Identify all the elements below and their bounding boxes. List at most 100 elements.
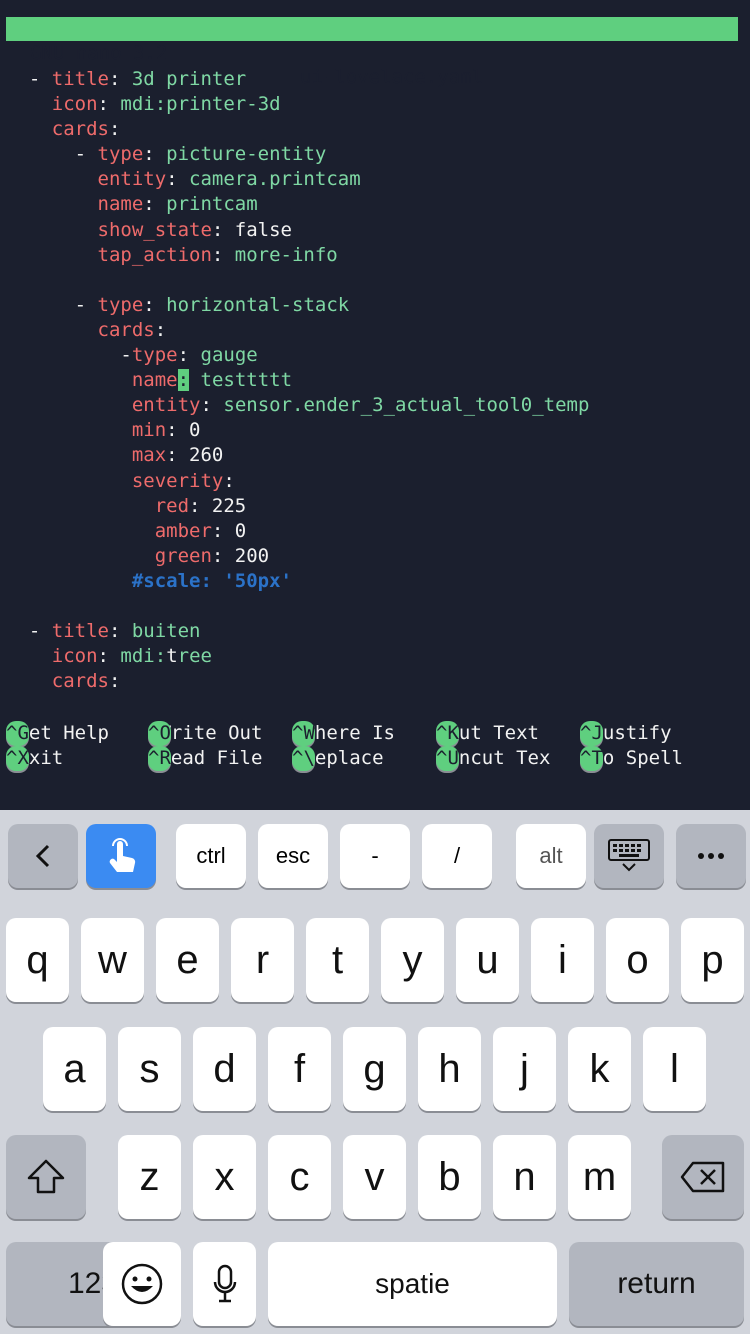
yaml-text [6, 670, 52, 692]
esc-key[interactable]: esc [258, 824, 328, 888]
yaml-key: name [97, 193, 144, 216]
key-i[interactable]: i [531, 918, 594, 1002]
editor-line[interactable]: green: 200 [6, 544, 746, 569]
editor-line[interactable]: entity: sensor.ender_3_actual_tool0_temp [6, 393, 746, 418]
key-q[interactable]: q [6, 918, 69, 1002]
shortcut-item: ^W Where Is [292, 721, 395, 746]
slash-key[interactable]: / [422, 824, 492, 888]
alt-key[interactable]: alt [516, 824, 586, 888]
microphone-icon [213, 1264, 236, 1303]
editor-line[interactable]: - title: buiten [6, 619, 746, 644]
shortcut-item: ^O Write Out [148, 721, 262, 746]
key-e[interactable]: e [156, 918, 219, 1002]
editor-line[interactable]: min: 0 [6, 418, 746, 443]
key-v[interactable]: v [343, 1135, 406, 1219]
key-a[interactable]: a [43, 1027, 106, 1111]
editor-line[interactable]: - title: 3d printer [6, 67, 746, 92]
key-s[interactable]: s [118, 1027, 181, 1111]
key-x[interactable]: x [193, 1135, 256, 1219]
yaml-text: : [143, 193, 167, 216]
editor-line[interactable]: severity: [6, 469, 746, 494]
terminal-screen[interactable]: GNU nano 3.2 ui-lovelace.yaml - title: 3… [0, 0, 750, 810]
shortcut-item: ^U Uncut Tex [436, 746, 550, 771]
yaml-key: cards [97, 318, 155, 341]
yaml-key: type [131, 344, 178, 367]
touch-mode-key[interactable] [86, 824, 156, 888]
key-r[interactable]: r [231, 918, 294, 1002]
key-u[interactable]: u [456, 918, 519, 1002]
editor-line[interactable]: cards: [6, 669, 746, 694]
editor-line[interactable]: red: 225 [6, 494, 746, 519]
key-o[interactable]: o [606, 918, 669, 1002]
shortcut-bar: ^G Get Help ^O Write Out ^W Where Is ^K Cut… [6, 721, 746, 771]
editor-line[interactable] [6, 594, 746, 619]
yaml-key: cards [51, 670, 109, 693]
editor-line[interactable]: entity: camera.printcam [6, 167, 746, 192]
key-g[interactable]: g [343, 1027, 406, 1111]
editor-line[interactable]: max: 260 [6, 443, 746, 468]
key-h[interactable]: h [418, 1027, 481, 1111]
yaml-text: : 200 [211, 544, 270, 567]
key-l[interactable]: l [643, 1027, 706, 1111]
yaml-key: red [154, 494, 190, 517]
editor-line[interactable]: tap_action: more-info [6, 243, 746, 268]
key-m[interactable]: m [568, 1135, 631, 1219]
yaml-text [6, 219, 98, 241]
yaml-text: : [108, 118, 121, 141]
ctrl-key[interactable]: ctrl [176, 824, 246, 888]
key-b[interactable]: b [418, 1135, 481, 1219]
editor-line[interactable]: icon: mdi:printer-3d [6, 92, 746, 117]
key-k[interactable]: k [568, 1027, 631, 1111]
editor-line[interactable]: icon: mdi:tree [6, 644, 746, 669]
yaml-key: tap_action [97, 243, 212, 266]
text-cursor: : [177, 369, 190, 392]
hide-keyboard-key[interactable] [594, 824, 664, 888]
yaml-text: : [97, 645, 121, 668]
key-n[interactable]: n [493, 1135, 556, 1219]
yaml-text [6, 93, 52, 115]
editor-line[interactable]: cards: [6, 318, 746, 343]
return-key[interactable]: return [569, 1242, 744, 1326]
editor-line[interactable]: name: testtttt [6, 368, 746, 393]
yaml-text: - [6, 344, 132, 367]
editor-line[interactable] [6, 268, 746, 293]
editor-line[interactable]: - type: picture-entity [6, 142, 746, 167]
key-y[interactable]: y [381, 918, 444, 1002]
yaml-text [6, 168, 98, 190]
editor-line[interactable]: cards: [6, 117, 746, 142]
editor-line[interactable]: show_state: false [6, 218, 746, 243]
key-j[interactable]: j [493, 1027, 556, 1111]
editor-line[interactable]: -type: gauge [6, 343, 746, 368]
editor-line[interactable]: #scale: '50px' [6, 569, 746, 594]
yaml-text: : false [211, 218, 292, 241]
backspace-key[interactable] [662, 1135, 744, 1219]
yaml-key: title [51, 68, 109, 90]
key-f[interactable]: f [268, 1027, 331, 1111]
space-key[interactable]: spatie [268, 1242, 557, 1326]
yaml-text: : [177, 344, 201, 367]
key-w[interactable]: w [81, 918, 144, 1002]
shortcut-item: ^R Read File [148, 746, 262, 771]
dictation-key[interactable] [193, 1242, 256, 1326]
key-c[interactable]: c [268, 1135, 331, 1219]
shortcut-row-2: ^X Exit ^R Read File ^\ Replace ^U Uncut Te… [6, 746, 746, 771]
key-p[interactable]: p [681, 918, 744, 1002]
yaml-text [6, 319, 98, 341]
editor-line[interactable]: - type: horizontal-stack [6, 293, 746, 318]
key-t[interactable]: t [306, 918, 369, 1002]
yaml-value: mdi: [120, 645, 167, 668]
arrow-left-key[interactable] [8, 824, 78, 888]
editor-text-area[interactable]: - title: 3d printer icon: mdi:printer-3d… [6, 67, 746, 694]
key-z[interactable]: z [118, 1135, 181, 1219]
yaml-comment: #scale: '50px' [131, 569, 292, 592]
editor-line[interactable]: amber: 0 [6, 519, 746, 544]
chevron-left-icon [35, 844, 50, 868]
dash-key[interactable]: - [340, 824, 410, 888]
ios-keyboard: ctrl esc - / alt qwertyuiop asdfghjkl zx… [0, 810, 750, 1334]
yaml-text: : [108, 68, 132, 90]
key-d[interactable]: d [193, 1027, 256, 1111]
emoji-button[interactable] [103, 1242, 181, 1326]
shift-key[interactable] [6, 1135, 86, 1219]
more-key[interactable] [676, 824, 746, 888]
editor-line[interactable]: name: printcam [6, 192, 746, 217]
